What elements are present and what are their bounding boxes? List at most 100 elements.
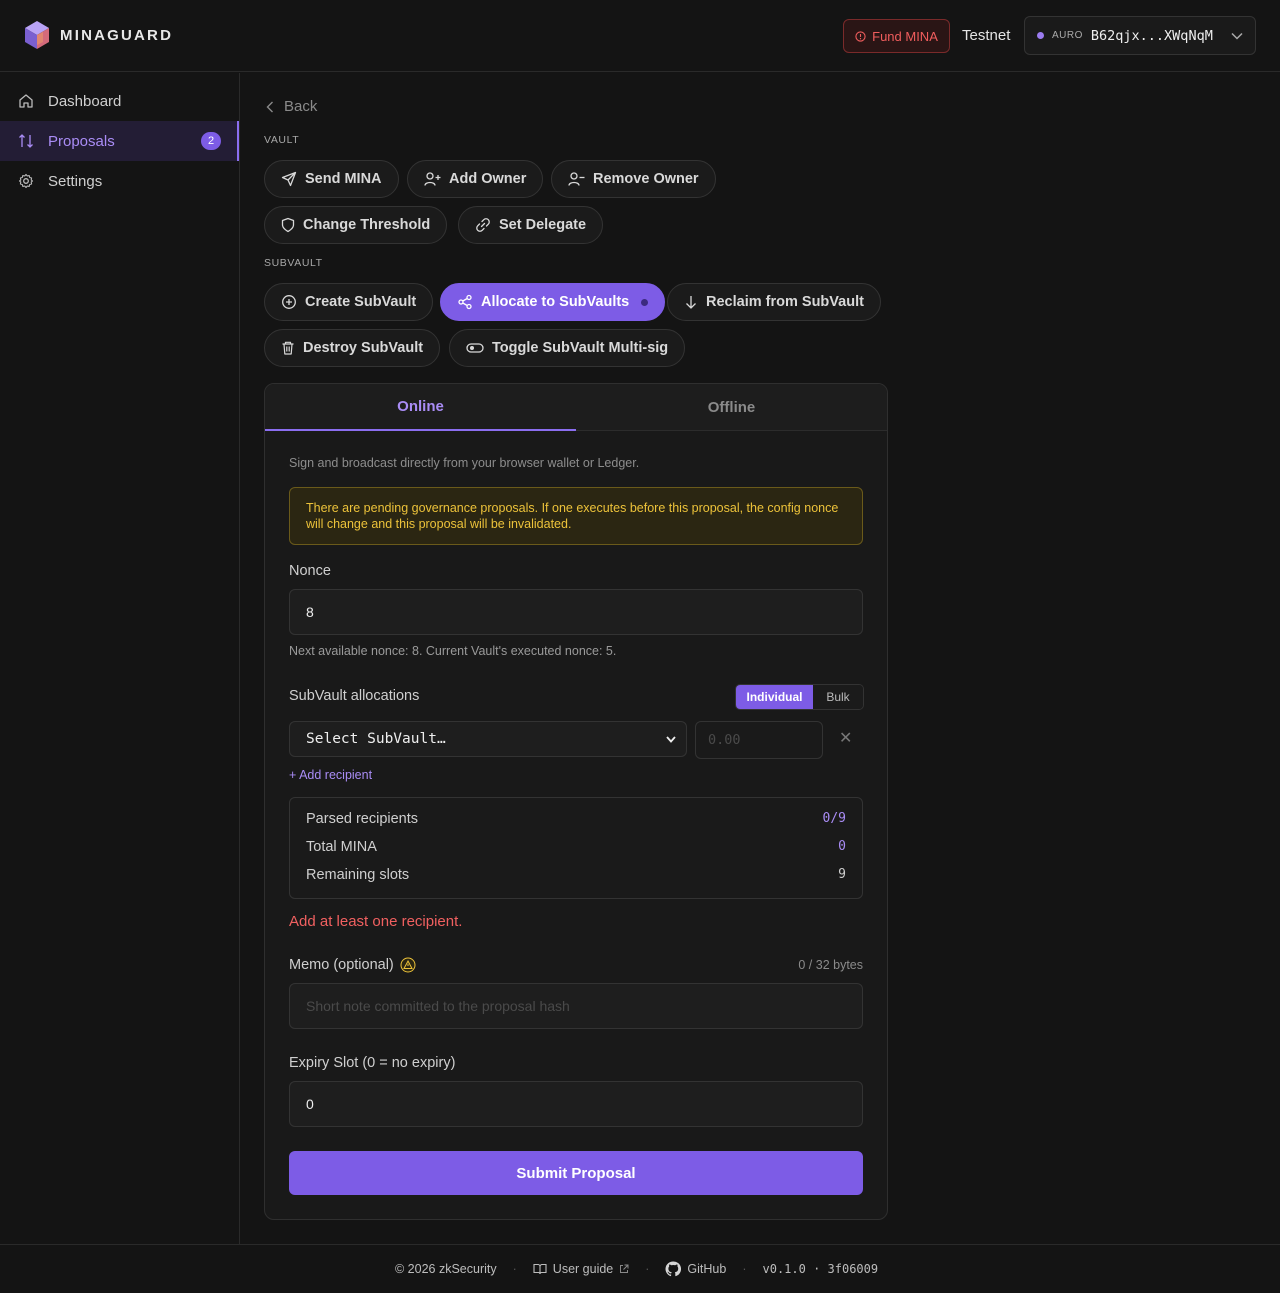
toggle-multisig-button[interactable]: Toggle SubVault Multi-sig [449,329,686,367]
back-link[interactable]: Back [266,98,317,115]
sidebar-item-settings[interactable]: Settings [0,161,239,201]
add-owner-label: Add Owner [449,171,527,187]
send-icon [281,171,297,187]
mode-individual-button[interactable]: Individual [736,685,813,709]
mode-bulk-button[interactable]: Bulk [813,685,863,709]
cube-logo-icon [25,21,49,49]
footer-separator: · [512,1262,517,1276]
warning-icon[interactable] [400,957,416,973]
fund-mina-button[interactable]: Fund MINA [843,19,950,53]
expiry-label: Expiry Slot (0 = no expiry) [289,1055,456,1071]
version-label: v0.1.0 · 3f06009 [762,1262,879,1276]
github-link[interactable]: GitHub [665,1261,726,1277]
github-label: GitHub [687,1262,727,1276]
warning-text-line2: will change and this proposal will be in… [306,517,572,531]
change-threshold-button[interactable]: Change Threshold [264,206,448,244]
add-owner-button[interactable]: Add Owner [407,160,544,198]
amount-input[interactable]: 0.00 [695,721,823,759]
reclaim-subvault-button[interactable]: Reclaim from SubVault [667,283,881,321]
link-icon [476,218,490,232]
arrows-up-down-icon [19,134,33,148]
sidebar-item-label: Proposals [48,132,115,150]
alert-circle-icon [855,30,866,42]
set-delegate-label: Set Delegate [499,217,587,233]
allocations-label: SubVault allocations [289,688,420,704]
allocate-subvaults-label: Allocate to SubVaults [481,294,630,310]
allocation-mode-toggle: Individual Bulk [735,684,864,710]
trash-icon [282,341,294,355]
chevron-down-icon [666,735,676,743]
home-icon [19,94,33,108]
nonce-input[interactable]: 8 [289,589,863,635]
parsed-value: 0/9 [822,811,846,826]
remove-owner-label: Remove Owner [593,171,699,187]
top-header: MINAGUARD Fund MINA Testnet AURO B62qjx.… [0,0,1280,72]
external-link-icon [620,1264,629,1273]
tab-offline[interactable]: Offline [576,384,887,431]
tab-online[interactable]: Online [265,384,576,431]
fund-mina-label: Fund MINA [872,28,938,44]
sidebar-item-label: Dashboard [48,92,122,110]
summary-row-remaining: Remaining slots 9 [306,867,846,883]
toggle-icon [466,343,484,353]
user-guide-label: User guide [552,1262,614,1276]
total-label: Total MINA [306,839,377,855]
remaining-label: Remaining slots [306,867,410,883]
user-minus-icon [568,172,585,186]
plus-circle-icon [282,295,296,309]
footer-separator: · [645,1262,650,1276]
sidebar: Dashboard Proposals 2 Settings [0,73,240,1244]
send-mina-button[interactable]: Send MINA [264,160,399,198]
footer: © 2026 zkSecurity · User guide · GitHub … [0,1244,1280,1293]
sidebar-item-proposals[interactable]: Proposals 2 [0,121,239,161]
memo-label-group: Memo (optional) [289,957,416,973]
user-plus-icon [424,172,441,186]
memo-label: Memo (optional) [289,957,394,973]
add-recipient-link[interactable]: + Add recipient [289,768,372,782]
mode-tabs: Online Offline [265,384,887,431]
wallet-selector[interactable]: AURO B62qjx...XWqNqM [1024,16,1256,55]
total-value: 0 [838,839,846,854]
vault-section-label: VAULT [264,134,300,146]
nonce-hint: Next available nonce: 8. Current Vault's… [289,644,617,658]
chevron-left-icon [266,101,273,112]
destroy-subvault-button[interactable]: Destroy SubVault [264,329,441,367]
change-threshold-label: Change Threshold [303,217,431,233]
remove-owner-button[interactable]: Remove Owner [551,160,716,198]
footer-separator: · [742,1262,747,1276]
sidebar-item-dashboard[interactable]: Dashboard [0,81,239,121]
summary-row-parsed: Parsed recipients 0/9 [306,811,846,827]
footer-links: © 2026 zkSecurity · User guide · GitHub … [395,1261,878,1277]
expiry-input[interactable]: 0 [289,1081,863,1127]
app-name: MINAGUARD [60,26,174,44]
shield-icon [281,217,295,233]
set-delegate-button[interactable]: Set Delegate [458,206,604,244]
parsed-label: Parsed recipients [306,811,419,827]
github-icon [665,1261,682,1277]
share-nodes-icon [458,294,472,310]
book-icon [533,1263,547,1275]
allocate-subvaults-button[interactable]: Allocate to SubVaults [440,283,666,321]
destroy-subvault-label: Destroy SubVault [303,340,424,356]
pending-proposals-warning: There are pending governance proposals. … [289,487,863,545]
app-logo[interactable]: MINAGUARD [24,20,173,50]
remaining-value: 9 [838,867,846,882]
arrow-down-icon [686,296,696,309]
validation-error: Add at least one recipient. [289,913,463,930]
create-subvault-button[interactable]: Create SubVault [264,283,434,321]
sidebar-item-label: Settings [48,172,103,190]
wallet-address: B62qjx...XWqNqM [1090,27,1213,44]
nonce-label: Nonce [289,563,331,579]
reclaim-subvault-label: Reclaim from SubVault [706,294,864,310]
create-subvault-label: Create SubVault [305,294,417,310]
chevron-down-icon [1231,32,1243,40]
subvault-select[interactable]: Select SubVault… [289,721,687,757]
memo-input[interactable]: Short note committed to the proposal has… [289,983,863,1029]
remove-row-icon[interactable]: ✕ [839,728,852,748]
subvault-select-value: Select SubVault… [306,731,446,747]
submit-proposal-button[interactable]: Submit Proposal [289,1151,863,1195]
user-guide-link[interactable]: User guide [533,1262,629,1276]
send-mina-label: Send MINA [305,171,382,187]
copyright: © 2026 zkSecurity [395,1262,497,1276]
proposals-count-badge: 2 [201,132,221,150]
